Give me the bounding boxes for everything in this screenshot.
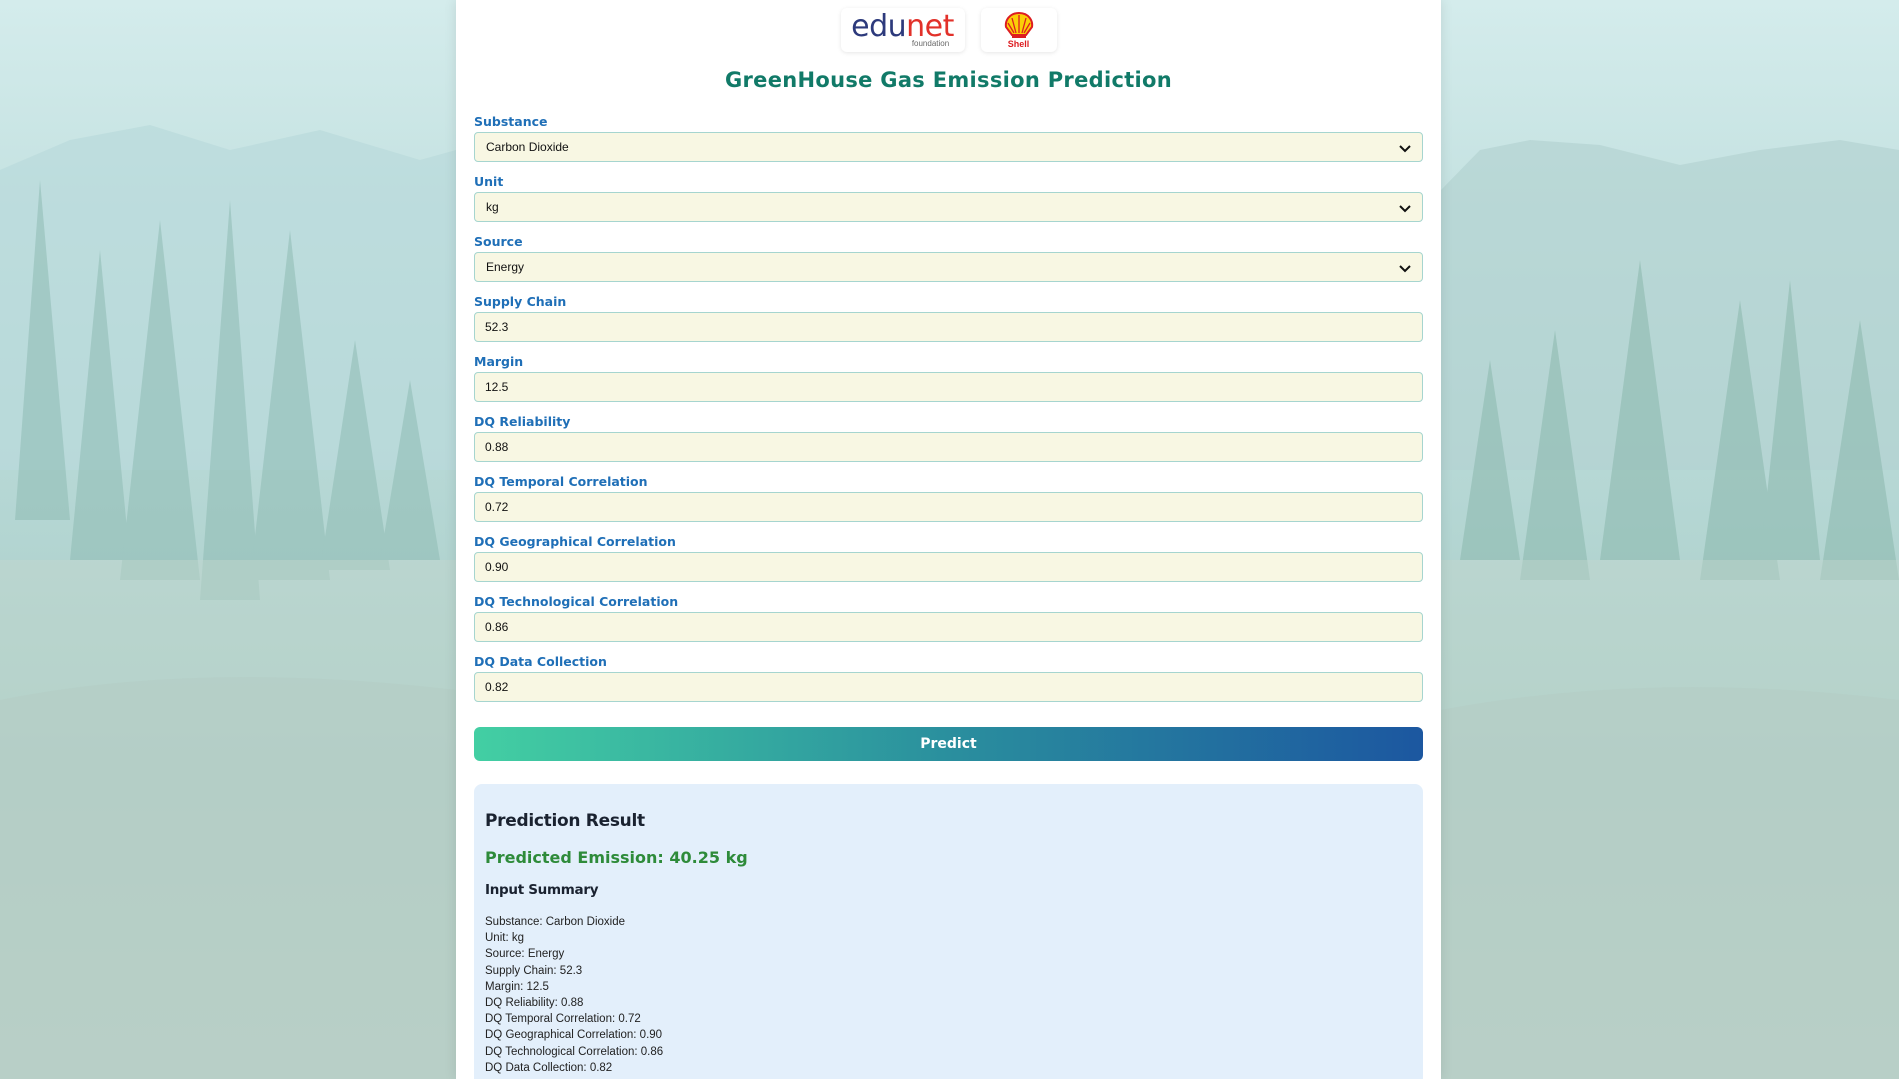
dq-data-collection-label: DQ Data Collection	[474, 654, 607, 669]
summary-item: Unit: kg	[485, 932, 524, 945]
prediction-result-panel: Prediction Result Predicted Emission: 40…	[474, 784, 1423, 1079]
predicted-emission: Predicted Emission: 40.25 kg	[485, 848, 748, 867]
substance-select[interactable]: Carbon Dioxide	[474, 132, 1423, 162]
source-label: Source	[474, 234, 523, 249]
summary-item: DQ Temporal Correlation: 0.72	[485, 1013, 641, 1026]
chevron-down-icon	[1399, 145, 1411, 153]
dq-temporal-correlation-label: DQ Temporal Correlation	[474, 474, 648, 489]
dq-geographical-correlation-label: DQ Geographical Correlation	[474, 534, 676, 549]
prediction-form-card: edunet foundation Shell GreenHouse Gas E…	[456, 0, 1441, 1079]
summary-item: Substance: Carbon Dioxide	[485, 916, 625, 928]
source-select-value: Energy	[486, 260, 525, 274]
input-summary-heading: Input Summary	[485, 882, 599, 898]
dq-geographical-correlation-field: DQ Geographical Correlation 0.90	[474, 534, 1423, 594]
summary-item: Source: Energy	[485, 948, 565, 961]
result-heading: Prediction Result	[485, 811, 645, 831]
margin-label: Margin	[474, 354, 524, 369]
chevron-down-icon	[1399, 265, 1411, 273]
dq-temporal-correlation-field: DQ Temporal Correlation 0.72	[474, 474, 1423, 534]
margin-input[interactable]: 12.5	[474, 372, 1423, 402]
unit-label: Unit	[474, 174, 504, 189]
summary-item: Supply Chain: 52.3	[485, 964, 583, 977]
shell-logo: Shell	[980, 8, 1057, 52]
substance-select-value: Carbon Dioxide	[486, 140, 569, 154]
dq-technological-correlation-field: DQ Technological Correlation 0.86	[474, 594, 1423, 654]
summary-item: DQ Reliability: 0.88	[485, 997, 584, 1010]
supply-chain-input[interactable]: 52.3	[474, 312, 1423, 342]
substance-field: Substance Carbon Dioxide	[474, 114, 1423, 174]
predict-button[interactable]: Predict	[474, 727, 1423, 761]
unit-select-value: kg	[486, 200, 499, 214]
edunet-logo-text: edu	[851, 9, 907, 44]
page-title: GreenHouse Gas Emission Prediction	[724, 68, 1173, 92]
summary-item: DQ Data Collection: 0.82	[485, 1061, 613, 1074]
unit-select[interactable]: kg	[474, 192, 1423, 222]
edunet-logo-subtext: foundation	[911, 39, 950, 48]
shell-logo-text: Shell	[1007, 39, 1030, 49]
dq-data-collection-field: DQ Data Collection 0.82	[474, 654, 1423, 714]
summary-item: DQ Technological Correlation: 0.86	[485, 1045, 664, 1058]
logo-bar: edunet foundation Shell	[456, 8, 1441, 54]
summary-item: Margin: 12.5	[485, 980, 549, 993]
dq-technological-correlation-label: DQ Technological Correlation	[474, 594, 679, 609]
margin-field: Margin 12.5	[474, 354, 1423, 414]
dq-temporal-correlation-input[interactable]: 0.72	[474, 492, 1423, 522]
input-summary-list: Substance: Carbon Dioxide Unit: kg Sourc…	[485, 914, 663, 1076]
dq-reliability-input[interactable]: 0.88	[474, 432, 1423, 462]
dq-data-collection-input[interactable]: 0.82	[474, 672, 1423, 702]
unit-field: Unit kg	[474, 174, 1423, 234]
source-select[interactable]: Energy	[474, 252, 1423, 282]
substance-label: Substance	[474, 114, 548, 129]
chevron-down-icon	[1399, 205, 1411, 213]
dq-geographical-correlation-input[interactable]: 0.90	[474, 552, 1423, 582]
edunet-logo: edunet foundation	[840, 8, 965, 52]
shell-logo-icon	[1004, 11, 1033, 38]
dq-reliability-label: DQ Reliability	[474, 414, 571, 429]
dq-technological-correlation-input[interactable]: 0.86	[474, 612, 1423, 642]
supply-chain-field: Supply Chain 52.3	[474, 294, 1423, 354]
supply-chain-label: Supply Chain	[474, 294, 567, 309]
source-field: Source Energy	[474, 234, 1423, 294]
emission-form: Substance Carbon Dioxide Unit kg Source …	[474, 114, 1423, 714]
summary-item: DQ Geographical Correlation: 0.90	[485, 1029, 663, 1042]
dq-reliability-field: DQ Reliability 0.88	[474, 414, 1423, 474]
